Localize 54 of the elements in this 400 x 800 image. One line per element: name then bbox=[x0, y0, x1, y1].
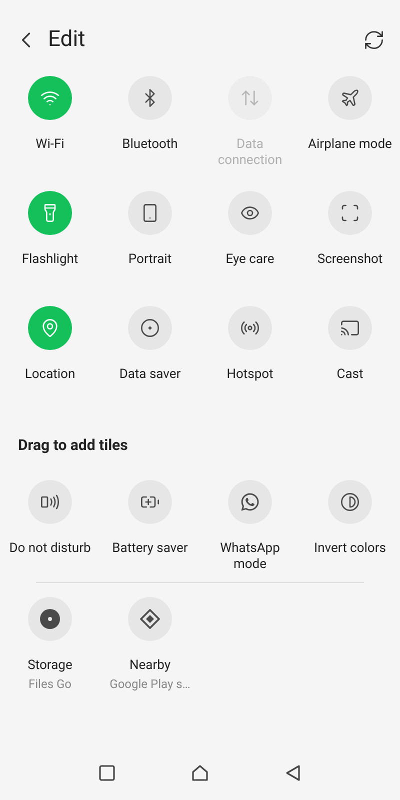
tile-toggle[interactable] bbox=[228, 480, 272, 524]
tile-label: Airplane mode bbox=[307, 137, 393, 153]
tile-toggle[interactable] bbox=[228, 306, 272, 350]
phone-icon bbox=[40, 492, 60, 512]
tile-toggle[interactable] bbox=[328, 191, 372, 235]
tile-toggle[interactable] bbox=[128, 597, 172, 641]
tile-toggle[interactable] bbox=[128, 480, 172, 524]
triangle-back-icon bbox=[285, 764, 302, 782]
location-icon bbox=[40, 318, 60, 338]
diamond-icon bbox=[140, 609, 160, 629]
tile-toggle[interactable] bbox=[128, 191, 172, 235]
disc-icon bbox=[40, 609, 60, 629]
tile-toggle[interactable] bbox=[28, 480, 72, 524]
tile-label: WhatsApp mode bbox=[219, 541, 281, 573]
square-icon bbox=[98, 765, 115, 781]
tile-toggle[interactable] bbox=[328, 480, 372, 524]
tile-toggle[interactable] bbox=[128, 76, 172, 120]
tile-label: Flashlight bbox=[20, 252, 80, 268]
tile-toggle[interactable] bbox=[28, 76, 72, 120]
tile-toggle[interactable] bbox=[328, 306, 372, 350]
tile-toggle[interactable] bbox=[128, 306, 172, 350]
chat-phone-icon bbox=[240, 492, 260, 512]
tile-label: Eye care bbox=[224, 252, 276, 268]
tile-label: Screenshot bbox=[316, 252, 384, 268]
cast-icon bbox=[340, 318, 360, 338]
tile-label: Bluetooth bbox=[121, 137, 179, 153]
tile-label: Data connection bbox=[216, 137, 284, 169]
tile-subtitle: Google Play s… bbox=[110, 676, 190, 692]
tile-toggle[interactable] bbox=[28, 597, 72, 641]
circle-dot-icon bbox=[140, 318, 160, 338]
tile-label: Nearby bbox=[128, 658, 172, 674]
tile-label: Do not disturb bbox=[8, 541, 92, 557]
page-title: Edit bbox=[48, 26, 86, 54]
tile-toggle[interactable] bbox=[28, 306, 72, 350]
tile-toggle[interactable] bbox=[228, 191, 272, 235]
tile-label: Hotspot bbox=[226, 367, 274, 383]
contrast-icon bbox=[340, 492, 360, 512]
tile-toggle[interactable] bbox=[28, 191, 72, 235]
tile-label: Invert colors bbox=[313, 541, 387, 557]
refresh-icon bbox=[363, 29, 385, 51]
arrows-icon bbox=[240, 88, 260, 108]
tile-subtitle: Files Go bbox=[28, 676, 72, 692]
home-icon bbox=[190, 764, 209, 782]
tile-label: Wi-Fi bbox=[34, 137, 66, 153]
tile-label: Storage bbox=[26, 658, 74, 674]
screenshot-icon bbox=[340, 203, 360, 223]
airplane-icon bbox=[340, 88, 360, 108]
tile-label: Data saver bbox=[118, 367, 182, 383]
tile-toggle[interactable] bbox=[328, 76, 372, 120]
tile-label: Portrait bbox=[127, 252, 173, 268]
tile-label: Location bbox=[24, 367, 76, 383]
tile-label: Cast bbox=[336, 367, 364, 383]
tile-label: Battery saver bbox=[111, 541, 189, 557]
section-heading: Drag to add tiles bbox=[18, 436, 128, 454]
